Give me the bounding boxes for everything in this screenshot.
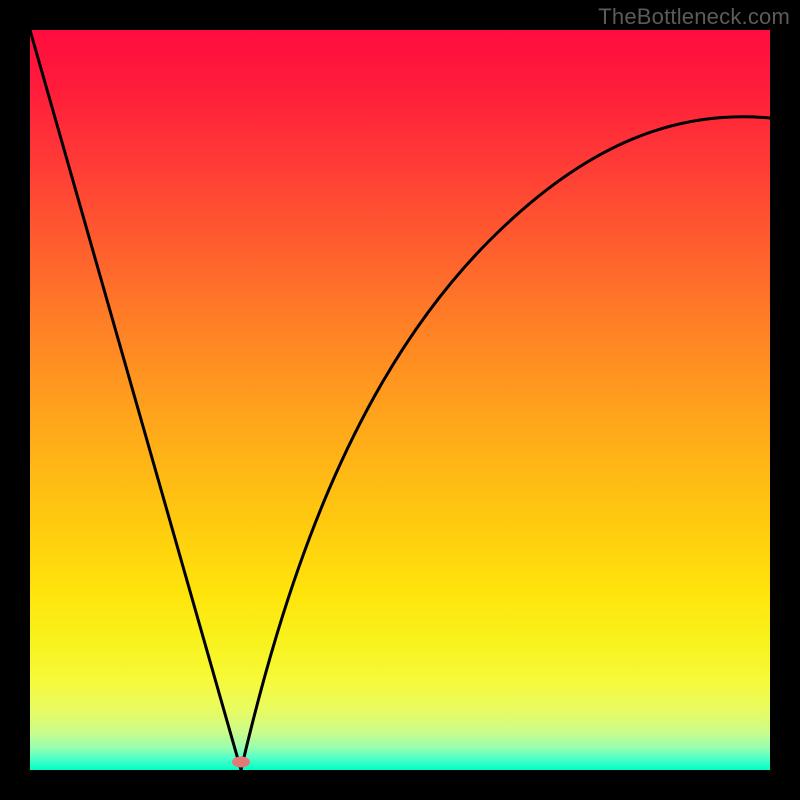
bottleneck-curve <box>30 30 770 770</box>
watermark-text: TheBottleneck.com <box>598 4 790 30</box>
chart-frame: TheBottleneck.com <box>0 0 800 800</box>
optimal-point-marker <box>232 757 250 768</box>
curve-left-branch <box>30 30 241 770</box>
plot-area <box>30 30 770 770</box>
curve-right-branch <box>241 117 770 770</box>
